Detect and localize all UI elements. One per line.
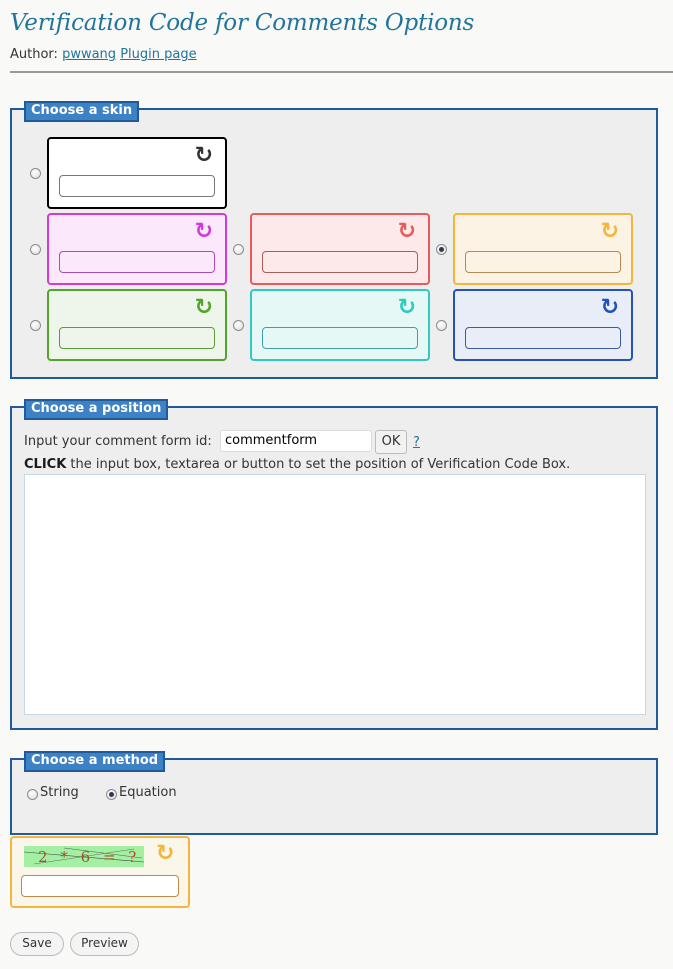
method-fieldset: Choose a method String Equation xyxy=(10,751,658,835)
form-id-input[interactable]: commentform xyxy=(220,430,372,452)
position-legend: Choose a position xyxy=(24,399,169,420)
skin-radio-magenta[interactable] xyxy=(30,244,41,255)
refresh-icon[interactable]: ↻ xyxy=(156,843,174,865)
author-link[interactable]: pwwang xyxy=(62,47,116,62)
skin-input-preview xyxy=(59,251,215,273)
skin-option-magenta[interactable]: ↻ xyxy=(47,213,227,285)
refresh-icon: ↻ xyxy=(397,295,416,320)
skin-option-black[interactable]: ↻ xyxy=(47,137,227,209)
skin-fieldset: Choose a skin ↻ ↻ ↻ ↻ ↻ ↻ ↻ xyxy=(10,101,658,379)
skin-input-preview xyxy=(465,251,621,273)
skin-option-blue[interactable]: ↻ xyxy=(453,289,633,361)
refresh-icon: ↻ xyxy=(194,295,213,320)
refresh-icon: ↻ xyxy=(194,143,213,168)
form-id-label: Input your comment form id: xyxy=(24,434,212,449)
skin-radio-red[interactable] xyxy=(233,244,244,255)
skin-input-preview xyxy=(465,327,621,349)
method-radio-string[interactable] xyxy=(27,789,38,800)
position-instruction: CLICK the input box, textarea or button … xyxy=(24,457,570,472)
skin-option-red[interactable]: ↻ xyxy=(250,213,430,285)
ok-button[interactable]: OK xyxy=(375,430,407,454)
save-button[interactable]: Save xyxy=(10,932,64,956)
refresh-icon: ↻ xyxy=(397,219,416,244)
skin-radio-green[interactable] xyxy=(30,320,41,331)
skin-radio-teal[interactable] xyxy=(233,320,244,331)
position-fieldset: Choose a position Input your comment for… xyxy=(10,399,658,730)
refresh-icon: ↻ xyxy=(600,219,619,244)
skin-option-teal[interactable]: ↻ xyxy=(250,289,430,361)
skin-input-preview xyxy=(59,175,215,197)
method-legend: Choose a method xyxy=(24,751,166,772)
skin-input-preview xyxy=(262,327,418,349)
method-label-string[interactable]: String xyxy=(40,785,79,800)
captcha-preview: 2 * 6 = ? ↻ xyxy=(10,836,190,908)
refresh-icon: ↻ xyxy=(194,219,213,244)
skin-radio-blue[interactable] xyxy=(436,320,447,331)
method-radio-equation[interactable] xyxy=(106,789,117,800)
skin-option-orange[interactable]: ↻ xyxy=(453,213,633,285)
skin-radio-orange[interactable] xyxy=(436,244,447,255)
author-line: Author: pwwang Plugin page xyxy=(10,47,197,62)
help-link[interactable]: ? xyxy=(413,435,420,450)
instruction-text: the input box, textarea or button to set… xyxy=(66,457,571,472)
captcha-equation: 2 * 6 = ? xyxy=(38,848,141,866)
header-divider xyxy=(10,71,673,73)
skin-input-preview xyxy=(262,251,418,273)
page-title: Verification Code for Comments Options xyxy=(10,10,475,36)
captcha-image: 2 * 6 = ? xyxy=(24,846,144,867)
skin-legend: Choose a skin xyxy=(24,101,140,122)
form-preview-area[interactable] xyxy=(24,474,646,715)
preview-button[interactable]: Preview xyxy=(70,932,139,956)
plugin-page-link[interactable]: Plugin page xyxy=(120,47,196,62)
skin-option-green[interactable]: ↻ xyxy=(47,289,227,361)
captcha-input[interactable] xyxy=(21,875,179,897)
author-label: Author: xyxy=(10,47,58,62)
instruction-emphasis: CLICK xyxy=(24,457,67,472)
skin-input-preview xyxy=(59,327,215,349)
skin-radio-black[interactable] xyxy=(30,168,41,179)
refresh-icon: ↻ xyxy=(600,295,619,320)
method-label-equation[interactable]: Equation xyxy=(119,785,177,800)
